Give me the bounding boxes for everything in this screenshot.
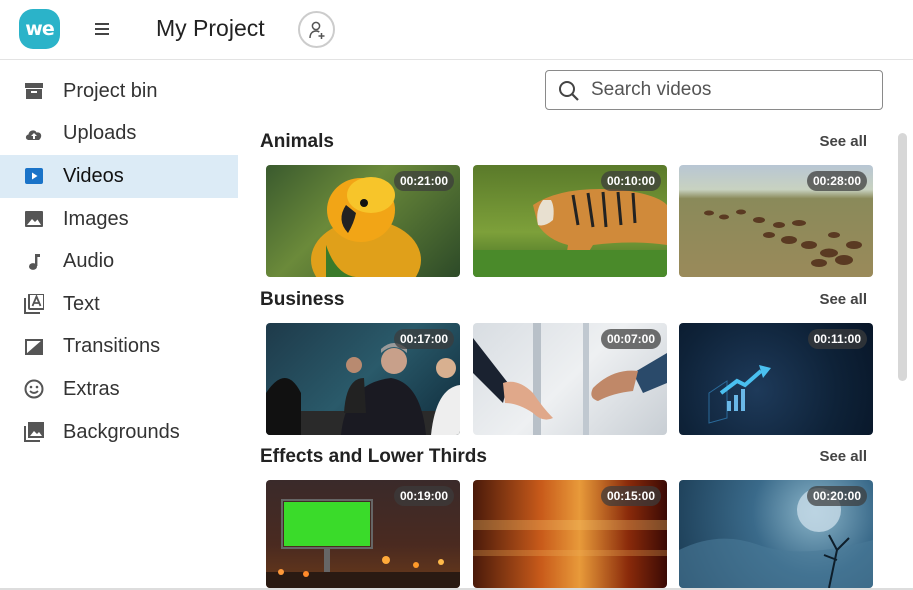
sidebar-item-project-bin[interactable]: Project bin: [0, 70, 238, 113]
video-play-icon: [24, 166, 44, 186]
section-title-business: Business: [260, 289, 345, 310]
sidebar-item-transitions[interactable]: Transitions: [0, 326, 238, 369]
sidebar-item-audio[interactable]: Audio: [0, 240, 238, 283]
archive-icon: [24, 81, 44, 101]
video-thumbnail-tiger[interactable]: 00:10:00: [473, 165, 667, 277]
project-title[interactable]: My Project: [156, 15, 265, 42]
smiley-icon: [24, 379, 44, 399]
image-icon: [24, 209, 44, 229]
search-box: [545, 70, 883, 110]
see-all-business-link[interactable]: See all: [819, 291, 867, 308]
video-thumbnail-parrot[interactable]: 00:21:00: [266, 165, 460, 277]
sidebar-item-label: Audio: [63, 250, 115, 273]
duration-badge: 00:19:00: [393, 486, 454, 506]
duration-badge: 00:28:00: [806, 171, 867, 191]
sidebar-item-images[interactable]: Images: [0, 198, 238, 241]
sidebar: Project bin Uploads Videos Images Audio …: [0, 70, 238, 453]
duration-badge: 00:17:00: [393, 329, 454, 349]
search-input[interactable]: [591, 75, 871, 105]
sidebar-item-label: Transitions: [63, 335, 161, 358]
duration-badge: 00:20:00: [806, 486, 867, 506]
app-logo[interactable]: we: [19, 9, 60, 49]
sidebar-item-backgrounds[interactable]: Backgrounds: [0, 411, 238, 454]
duration-badge: 00:21:00: [393, 171, 454, 191]
backgrounds-icon: [24, 422, 44, 443]
section-title-effects: Effects and Lower Thirds: [260, 446, 487, 467]
sidebar-item-label: Extras: [63, 377, 120, 400]
text-icon: [24, 294, 44, 315]
sidebar-item-extras[interactable]: Extras: [0, 368, 238, 411]
transition-icon: [24, 337, 44, 357]
duration-badge: 00:10:00: [600, 171, 661, 191]
logo-text: we: [25, 18, 54, 40]
duration-badge: 00:11:00: [807, 329, 867, 349]
video-thumbnail-billboard[interactable]: 00:19:00: [266, 480, 460, 588]
sidebar-item-label: Uploads: [63, 122, 137, 145]
duration-badge: 00:15:00: [600, 486, 661, 506]
video-thumbnail-meeting[interactable]: 00:17:00: [266, 323, 460, 435]
sidebar-item-label: Images: [63, 207, 129, 230]
sidebar-item-label: Backgrounds: [63, 420, 180, 443]
sidebar-item-label: Text: [63, 292, 100, 315]
search-icon: [559, 81, 579, 101]
sidebar-item-uploads[interactable]: Uploads: [0, 113, 238, 156]
sidebar-item-text[interactable]: Text: [0, 283, 238, 326]
cloud-upload-icon: [24, 124, 44, 144]
vertical-scrollbar[interactable]: [898, 133, 907, 381]
see-all-animals-link[interactable]: See all: [819, 133, 867, 150]
add-collaborator-button[interactable]: [298, 11, 335, 48]
video-thumbnail-handshake[interactable]: 00:07:00: [473, 323, 667, 435]
video-thumbnail-horses[interactable]: 00:28:00: [679, 165, 873, 277]
duration-badge: 00:07:00: [600, 329, 661, 349]
add-user-icon: [308, 21, 324, 39]
sidebar-item-videos[interactable]: Videos: [0, 155, 238, 198]
video-thumbnail-moon-night[interactable]: 00:20:00: [679, 480, 873, 588]
video-thumbnail-light-leak[interactable]: 00:15:00: [473, 480, 667, 588]
music-note-icon: [24, 252, 44, 272]
see-all-effects-link[interactable]: See all: [819, 448, 867, 465]
hamburger-menu-icon[interactable]: [92, 20, 112, 40]
sidebar-item-label: Project bin: [63, 79, 158, 102]
video-thumbnail-chart[interactable]: 00:11:00: [679, 323, 873, 435]
sidebar-item-label: Videos: [63, 164, 124, 187]
top-bar: we My Project: [0, 0, 913, 60]
section-title-animals: Animals: [260, 131, 334, 152]
